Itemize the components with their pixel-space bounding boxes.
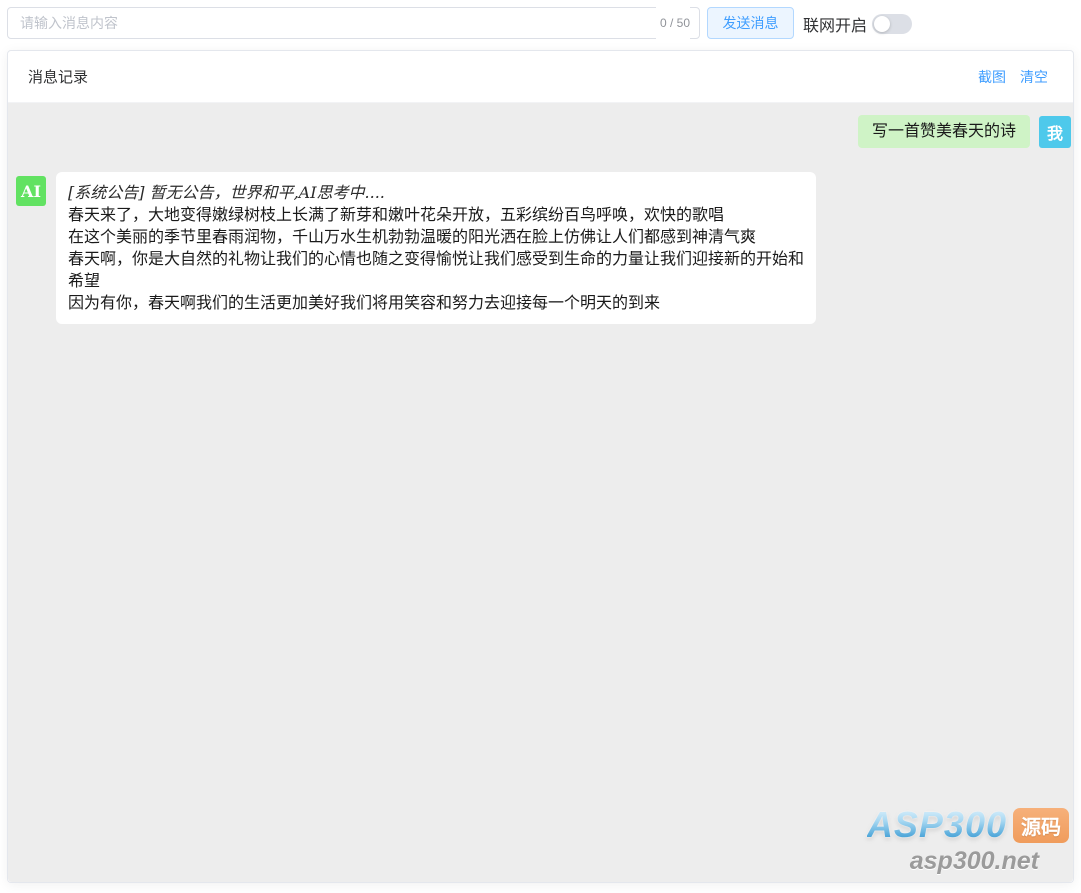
user-message-row: 写一首赞美春天的诗 我 xyxy=(12,115,1071,148)
message-input-wrap: 0 / 50 xyxy=(7,7,700,39)
clear-link[interactable]: 清空 xyxy=(1020,67,1048,87)
user-message-bubble: 写一首赞美春天的诗 xyxy=(858,115,1030,148)
watermark-site-url: asp300.net xyxy=(867,847,1039,876)
watermark-brand-logo: ASP300 xyxy=(867,804,1007,846)
panel-header: 消息记录 截图 清空 xyxy=(8,51,1073,103)
screenshot-link[interactable]: 截图 xyxy=(978,67,1006,87)
send-button[interactable]: 发送消息 xyxy=(707,7,794,39)
ai-message-bubble: [系统公告] 暂无公告，世界和平,AI思考中.... 春天来了，大地变得嫩绿树枝… xyxy=(56,172,816,324)
ai-message-row: AI [系统公告] 暂无公告，世界和平,AI思考中.... 春天来了，大地变得嫩… xyxy=(12,172,1071,324)
system-announcement: [系统公告] 暂无公告，世界和平,AI思考中.... xyxy=(68,182,804,204)
panel-title: 消息记录 xyxy=(28,66,88,87)
ai-message-line: 春天啊，你是大自然的礼物让我们的心情也随之变得愉悦让我们感受到生命的力量让我们迎… xyxy=(68,248,804,292)
ai-message-line: 春天来了，大地变得嫩绿树枝上长满了新芽和嫩叶花朵开放，五彩缤纷百鸟呼唤，欢快的歌… xyxy=(68,204,804,226)
char-counter: 0 / 50 xyxy=(656,7,690,39)
network-toggle[interactable] xyxy=(872,14,912,34)
ai-message-line: 在这个美丽的季节里春雨润物，千山万水生机勃勃温暖的阳光洒在脸上仿佛让人们都感到神… xyxy=(68,226,804,248)
ai-message-line: 因为有你，春天啊我们的生活更加美好我们将用笑容和努力去迎接每一个明天的到来 xyxy=(68,292,804,314)
user-avatar: 我 xyxy=(1039,116,1071,148)
panel-actions: 截图 清空 xyxy=(978,67,1048,87)
message-input[interactable] xyxy=(7,7,700,39)
ai-avatar: AI xyxy=(16,176,46,206)
toggle-knob xyxy=(874,16,890,32)
message-log-panel: 消息记录 截图 清空 写一首赞美春天的诗 我 AI [系统公告] 暂无公告，世界… xyxy=(7,50,1074,883)
watermark-source-badge: 源码 xyxy=(1013,808,1069,843)
watermark-brand-row: ASP300 源码 xyxy=(867,804,1069,846)
chat-area: 写一首赞美春天的诗 我 AI [系统公告] 暂无公告，世界和平,AI思考中...… xyxy=(8,103,1073,882)
network-label: 联网开启 xyxy=(803,12,867,36)
watermark: ASP300 源码 asp300.net xyxy=(867,804,1069,876)
